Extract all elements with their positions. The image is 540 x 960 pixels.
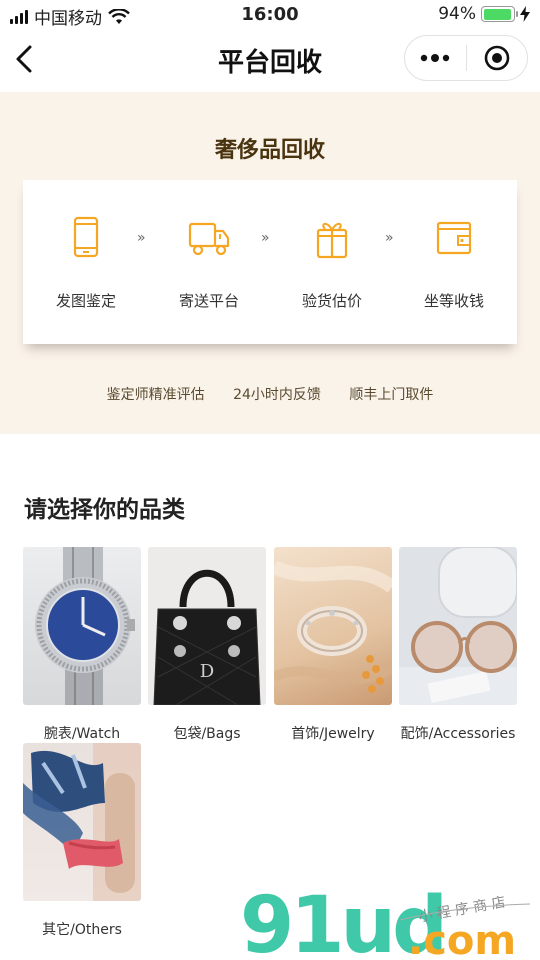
truck-icon — [188, 222, 230, 256]
mini-program-capsule — [404, 35, 528, 81]
status-bar: 中国移动 16:00 94% — [0, 0, 540, 30]
more-button[interactable] — [405, 36, 466, 80]
category-watch[interactable]: 腕表/Watch — [23, 547, 141, 743]
category-label: 包袋/Bags — [173, 726, 241, 742]
others-illustration — [23, 743, 141, 901]
more-dots-icon — [421, 54, 450, 62]
watermark-91ud-logo: 91ud .com 小 程 序 商 店 — [240, 881, 531, 960]
watermark-logo: 91ud .com 小 程 序 商 店 — [240, 880, 540, 960]
battery-fill — [483, 8, 511, 20]
category-accessories[interactable]: 配饰/Accessories — [399, 547, 517, 743]
category-title: 请选择你的品类 — [24, 497, 185, 523]
status-right: 94% — [438, 4, 530, 24]
charging-bolt-icon — [520, 6, 530, 22]
nav-bar: 平台回收 — [0, 30, 540, 92]
hero-title: 奢侈品回收 — [214, 138, 325, 163]
wallet-icon — [436, 221, 472, 255]
target-close-icon — [484, 45, 510, 71]
svg-text:D: D — [200, 661, 214, 682]
step-send-photo: 发图鉴定 — [31, 216, 141, 311]
step-label: 寄送平台 — [178, 292, 239, 310]
accessories-image — [399, 547, 517, 705]
step-arrow: » — [261, 230, 269, 246]
step-get-paid: 坐等收钱 — [399, 216, 509, 311]
others-image — [23, 743, 141, 901]
feature-list: 鉴定师精准评估 24小时内反馈 顺丰上门取件 — [0, 384, 540, 404]
step-label: 发图鉴定 — [55, 292, 116, 310]
step-arrow: » — [385, 230, 393, 246]
category-label: 其它/Others — [42, 922, 122, 938]
step-inspect: 验货估价 — [277, 216, 387, 311]
close-button[interactable] — [467, 36, 528, 80]
accessories-illustration — [399, 547, 517, 705]
step-label: 坐等收钱 — [423, 292, 484, 310]
hero-section: 奢侈品回收 发图鉴定 » 寄送平台 » 验货估价 » 坐等收钱 鉴定师精准评估 … — [0, 92, 540, 434]
battery-icon — [481, 6, 518, 22]
category-jewelry[interactable]: 首饰/Jewelry — [274, 547, 392, 743]
feature-item: 24小时内反馈 — [233, 387, 321, 403]
category-label: 配饰/Accessories — [400, 726, 516, 742]
step-ship: 寄送平台 — [154, 216, 264, 311]
bag-illustration: D — [153, 569, 261, 705]
jewelry-illustration — [274, 560, 392, 693]
watch-image — [23, 547, 141, 705]
feature-item: 鉴定师精准评估 — [106, 387, 205, 403]
jewelry-image — [274, 547, 392, 705]
category-label: 腕表/Watch — [43, 726, 121, 742]
category-others[interactable]: 其它/Others — [23, 743, 141, 939]
bag-image: D — [148, 547, 266, 705]
step-label: 验货估价 — [301, 292, 362, 310]
gift-icon — [316, 222, 348, 259]
steps-card: 发图鉴定 » 寄送平台 » 验货估价 » 坐等收钱 — [23, 180, 517, 344]
step-arrow: » — [137, 230, 145, 246]
category-label: 首饰/Jewelry — [291, 726, 375, 742]
battery-percent: 94% — [438, 4, 476, 24]
phone-icon — [73, 216, 99, 258]
watch-illustration — [35, 547, 135, 705]
category-bags[interactable]: D 包袋/Bags — [148, 547, 266, 743]
feature-item: 顺丰上门取件 — [349, 387, 434, 403]
